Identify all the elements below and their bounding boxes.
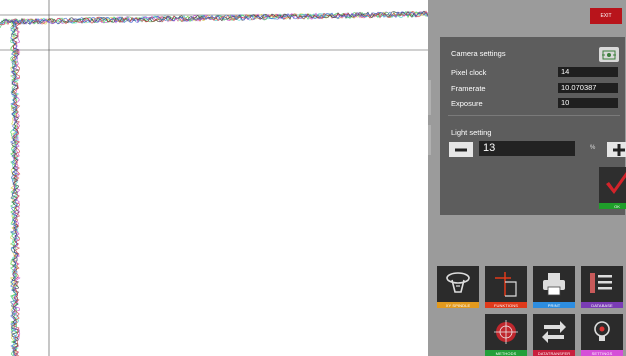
camera-options-button[interactable] (599, 47, 619, 62)
exposure-field[interactable]: 10 (558, 98, 618, 108)
transfer-icon (542, 321, 566, 343)
framerate-label: Framerate (451, 84, 486, 93)
spindle-icon (446, 272, 470, 293)
printer-icon (543, 273, 565, 296)
exit-button[interactable]: EXIT (590, 8, 622, 24)
control-sidebar: EXIT Camera settings Pixel clock 14 Fram… (428, 0, 626, 356)
light-value-field[interactable]: 13 (479, 141, 575, 156)
signal-plot (0, 0, 428, 356)
datatransfer-tile[interactable]: DATATRANSFER (533, 314, 575, 356)
functions-label: FUNKTIONS (485, 302, 527, 308)
signal-traces (0, 10, 428, 356)
signal-plot-area (0, 0, 428, 356)
crosshair-icon (494, 320, 518, 344)
settings-label: SETTINGS (581, 350, 623, 356)
decrease-light-button[interactable] (449, 142, 473, 157)
exposure-label: Exposure (451, 99, 483, 108)
ok-label: OK (599, 203, 626, 209)
methods-label: METHODS (485, 350, 527, 356)
ok-button[interactable]: OK (599, 167, 626, 209)
checkmark-icon (606, 172, 626, 194)
sidebar-edge-strip (428, 125, 431, 155)
functions-icon (495, 272, 517, 297)
framerate-field[interactable]: 10.070387 (558, 83, 618, 93)
database-label: DATABASE (581, 302, 623, 308)
lightbulb-icon (594, 321, 610, 341)
camera-adjust-icon (602, 50, 616, 59)
pixel-clock-label: Pixel clock (451, 68, 487, 77)
database-icon (590, 273, 612, 293)
light-setting-title: Light setting (451, 128, 492, 137)
datatransfer-label: DATATRANSFER (533, 350, 575, 356)
sidebar-edge-strip (428, 80, 431, 115)
database-tile[interactable]: DATABASE (581, 266, 623, 308)
print-tile[interactable]: PRINT (533, 266, 575, 308)
divider (448, 115, 620, 116)
functions-tile[interactable]: FUNKTIONS (485, 266, 527, 308)
light-unit: % (590, 145, 596, 151)
xy-spindle-label: XY SPINDLE (437, 302, 479, 308)
plus-icon (613, 143, 625, 156)
methods-tile[interactable]: METHODS (485, 314, 527, 356)
camera-settings-panel: Camera settings Pixel clock 14 Framerate… (440, 37, 626, 215)
increase-light-button[interactable] (607, 142, 626, 157)
camera-settings-title: Camera settings (451, 49, 506, 58)
app-window: EXIT Camera settings Pixel clock 14 Fram… (0, 0, 626, 356)
xy-spindle-tile[interactable]: XY SPINDLE (437, 266, 479, 308)
settings-tile[interactable]: SETTINGS (581, 314, 623, 356)
minus-icon (455, 148, 467, 151)
print-label: PRINT (533, 302, 575, 308)
pixel-clock-field[interactable]: 14 (558, 67, 618, 77)
